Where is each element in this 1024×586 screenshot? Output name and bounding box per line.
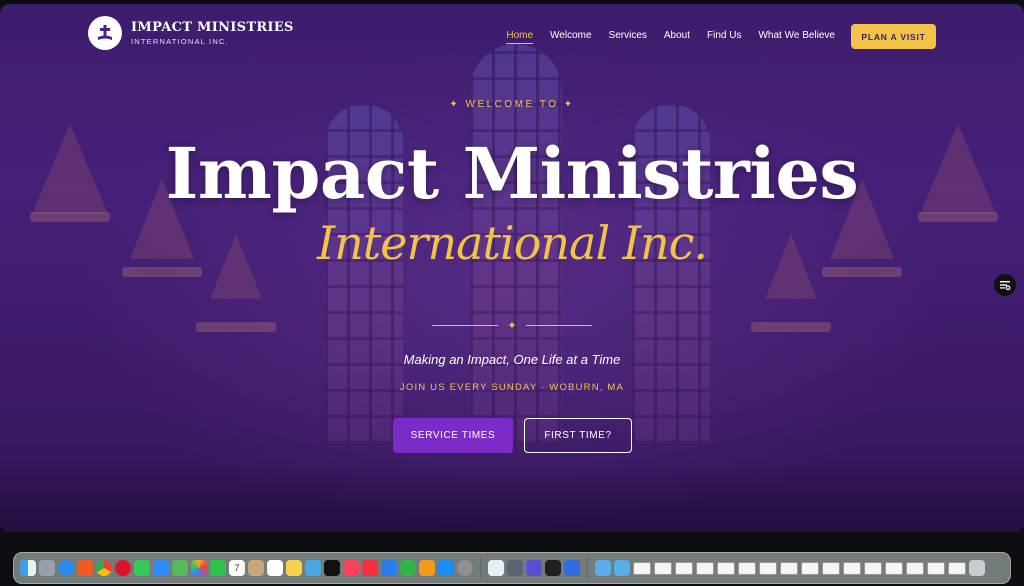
app-store-icon[interactable] (438, 560, 454, 576)
trash-icon[interactable] (969, 560, 985, 576)
cursor-icon[interactable] (564, 560, 580, 576)
preview-icon[interactable] (488, 560, 504, 576)
brave-icon[interactable] (77, 560, 93, 576)
numbers-icon[interactable] (400, 560, 416, 576)
folder-icon[interactable] (614, 560, 630, 576)
hero-script-title: International Inc. (316, 216, 708, 270)
nav-services[interactable]: Services (609, 30, 647, 44)
cross-logo-icon (88, 16, 122, 50)
launchpad-icon[interactable] (39, 560, 55, 576)
screenshot-icon[interactable] (507, 560, 523, 576)
hero-divider: ✦ (429, 319, 595, 332)
first-time-button[interactable]: FIRST TIME? (524, 418, 632, 453)
minimized-window-thumbnail[interactable] (633, 561, 651, 575)
chatgpt-icon[interactable] (545, 560, 561, 576)
plan-a-visit-button[interactable]: PLAN A VISIT (851, 24, 936, 49)
tv-icon[interactable] (324, 560, 340, 576)
minimized-window-thumbnail[interactable] (780, 561, 798, 575)
service-times-button[interactable]: SERVICE TIMES (393, 418, 513, 453)
hero-tagline: Making an Impact, One Life at a Time (403, 352, 621, 367)
music-icon[interactable] (343, 560, 359, 576)
minimized-window-thumbnail[interactable] (801, 561, 819, 575)
macos-dock: 7 (13, 552, 1011, 584)
minimized-window-thumbnail[interactable] (864, 561, 882, 575)
opera-icon[interactable] (115, 560, 131, 576)
minimized-window-thumbnail[interactable] (885, 561, 903, 575)
minimized-window-thumbnail[interactable] (927, 561, 945, 575)
site-header: IMPACT MINISTRIES INTERNATIONAL INC. Hom… (0, 4, 1024, 62)
folder-icon[interactable] (595, 560, 611, 576)
minimized-window-thumbnail[interactable] (759, 561, 777, 575)
minimized-window-thumbnail[interactable] (843, 561, 861, 575)
reminders-icon[interactable] (267, 560, 283, 576)
minimized-window-thumbnail[interactable] (696, 561, 714, 575)
nav-find-us[interactable]: Find Us (707, 30, 741, 44)
calendar-icon[interactable]: 7 (229, 560, 245, 576)
photos-icon[interactable] (191, 560, 207, 576)
finder-icon[interactable] (20, 560, 36, 576)
minimized-window-thumbnail[interactable] (948, 561, 966, 575)
minimized-window-thumbnail[interactable] (822, 561, 840, 575)
app-icon[interactable] (526, 560, 542, 576)
minimized-window-thumbnail[interactable] (675, 561, 693, 575)
site-logo[interactable]: IMPACT MINISTRIES INTERNATIONAL INC. (88, 16, 294, 50)
minimized-window-thumbnail[interactable] (906, 561, 924, 575)
hero-title: Impact Ministries (165, 132, 859, 215)
sparkle-icon: ✦ (507, 319, 517, 332)
hero-location: JOIN US EVERY SUNDAY · WOBURN, MA (399, 382, 625, 393)
facetime-icon[interactable] (210, 560, 226, 576)
freeform-icon[interactable] (305, 560, 321, 576)
hero-eyebrow: ✦ WELCOME TO ✦ (449, 99, 575, 110)
maps-icon[interactable] (172, 560, 188, 576)
logo-subtitle: INTERNATIONAL INC. (131, 37, 229, 46)
nav-welcome[interactable]: Welcome (550, 30, 592, 44)
main-nav: Home Welcome Services About Find Us What… (506, 30, 835, 44)
minimized-window-thumbnail[interactable] (738, 561, 756, 575)
minimized-window-thumbnail[interactable] (654, 561, 672, 575)
nav-home[interactable]: Home (506, 30, 534, 44)
nav-about[interactable]: About (664, 30, 690, 44)
news-icon[interactable] (362, 560, 378, 576)
accessibility-menu-icon[interactable] (994, 274, 1016, 296)
mail-icon[interactable] (153, 560, 169, 576)
pages-icon[interactable] (419, 560, 435, 576)
messages-icon[interactable] (134, 560, 150, 576)
minimized-window-thumbnail[interactable] (717, 561, 735, 575)
contacts-icon[interactable] (248, 560, 264, 576)
safari-icon[interactable] (58, 560, 74, 576)
settings-icon[interactable] (457, 560, 473, 576)
browser-window: IMPACT MINISTRIES INTERNATIONAL INC. Hom… (0, 4, 1024, 532)
chrome-icon[interactable] (96, 560, 112, 576)
keynote-icon[interactable] (381, 560, 397, 576)
notes-icon[interactable] (286, 560, 302, 576)
nav-what-we-believe[interactable]: What We Believe (758, 30, 835, 44)
logo-title: IMPACT MINISTRIES (131, 20, 294, 35)
